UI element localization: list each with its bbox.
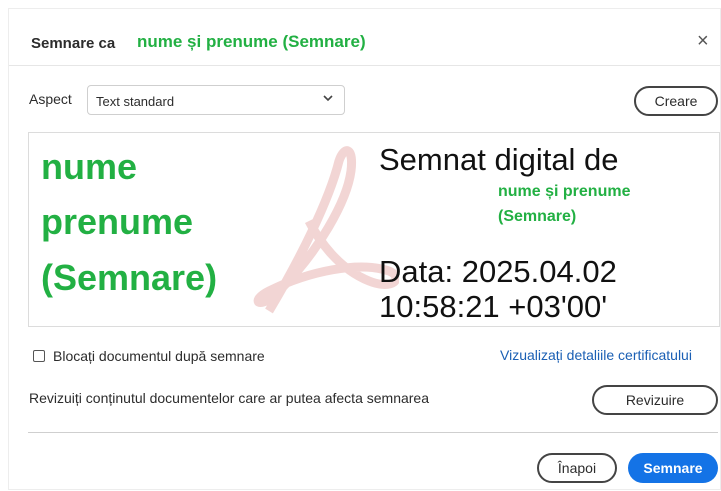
aspect-select[interactable]: Text standard <box>87 85 345 115</box>
footer-divider <box>28 432 718 433</box>
lock-document-checkbox[interactable] <box>33 350 45 362</box>
signer-name: nume și prenume (Semnare) <box>137 32 366 51</box>
close-icon[interactable]: × <box>697 31 709 51</box>
signed-by-label: Semnat digital de <box>379 142 619 177</box>
sign-button[interactable]: Semnare <box>628 453 718 483</box>
aspect-label: Aspect <box>29 91 72 107</box>
preview-signer-line: (Semnare) <box>498 208 577 225</box>
chevron-down-icon <box>322 92 334 107</box>
acrobat-logo-watermark-icon <box>239 141 401 326</box>
signature-time: 10:58:21 +03'00' <box>379 289 608 324</box>
preview-name-line: prenume <box>41 201 194 242</box>
review-description: Revizuiți conținutul documentelor care a… <box>29 390 429 406</box>
dialog-header: Semnare ca nume și prenume (Semnare) × <box>9 9 720 66</box>
sign-dialog: Semnare ca nume și prenume (Semnare) × A… <box>8 8 721 490</box>
signature-date: Data: 2025.04.02 <box>379 254 617 289</box>
create-button[interactable]: Creare <box>634 86 718 116</box>
aspect-selected-value: Text standard <box>96 94 175 109</box>
signature-preview: nume prenume (Semnare) Semnat digital de… <box>28 132 720 327</box>
view-certificate-link[interactable]: Vizualizați detaliile certificatului <box>500 347 692 363</box>
preview-name-line: (Semnare) <box>41 257 218 298</box>
preview-signer-line: nume și prenume <box>498 183 631 200</box>
review-button[interactable]: Revizuire <box>592 385 718 415</box>
dialog-title: Semnare ca <box>31 35 116 52</box>
preview-name-line: nume <box>41 146 138 187</box>
lock-document-label[interactable]: Blocați documentul după semnare <box>53 348 265 364</box>
back-button[interactable]: Înapoi <box>537 453 617 483</box>
